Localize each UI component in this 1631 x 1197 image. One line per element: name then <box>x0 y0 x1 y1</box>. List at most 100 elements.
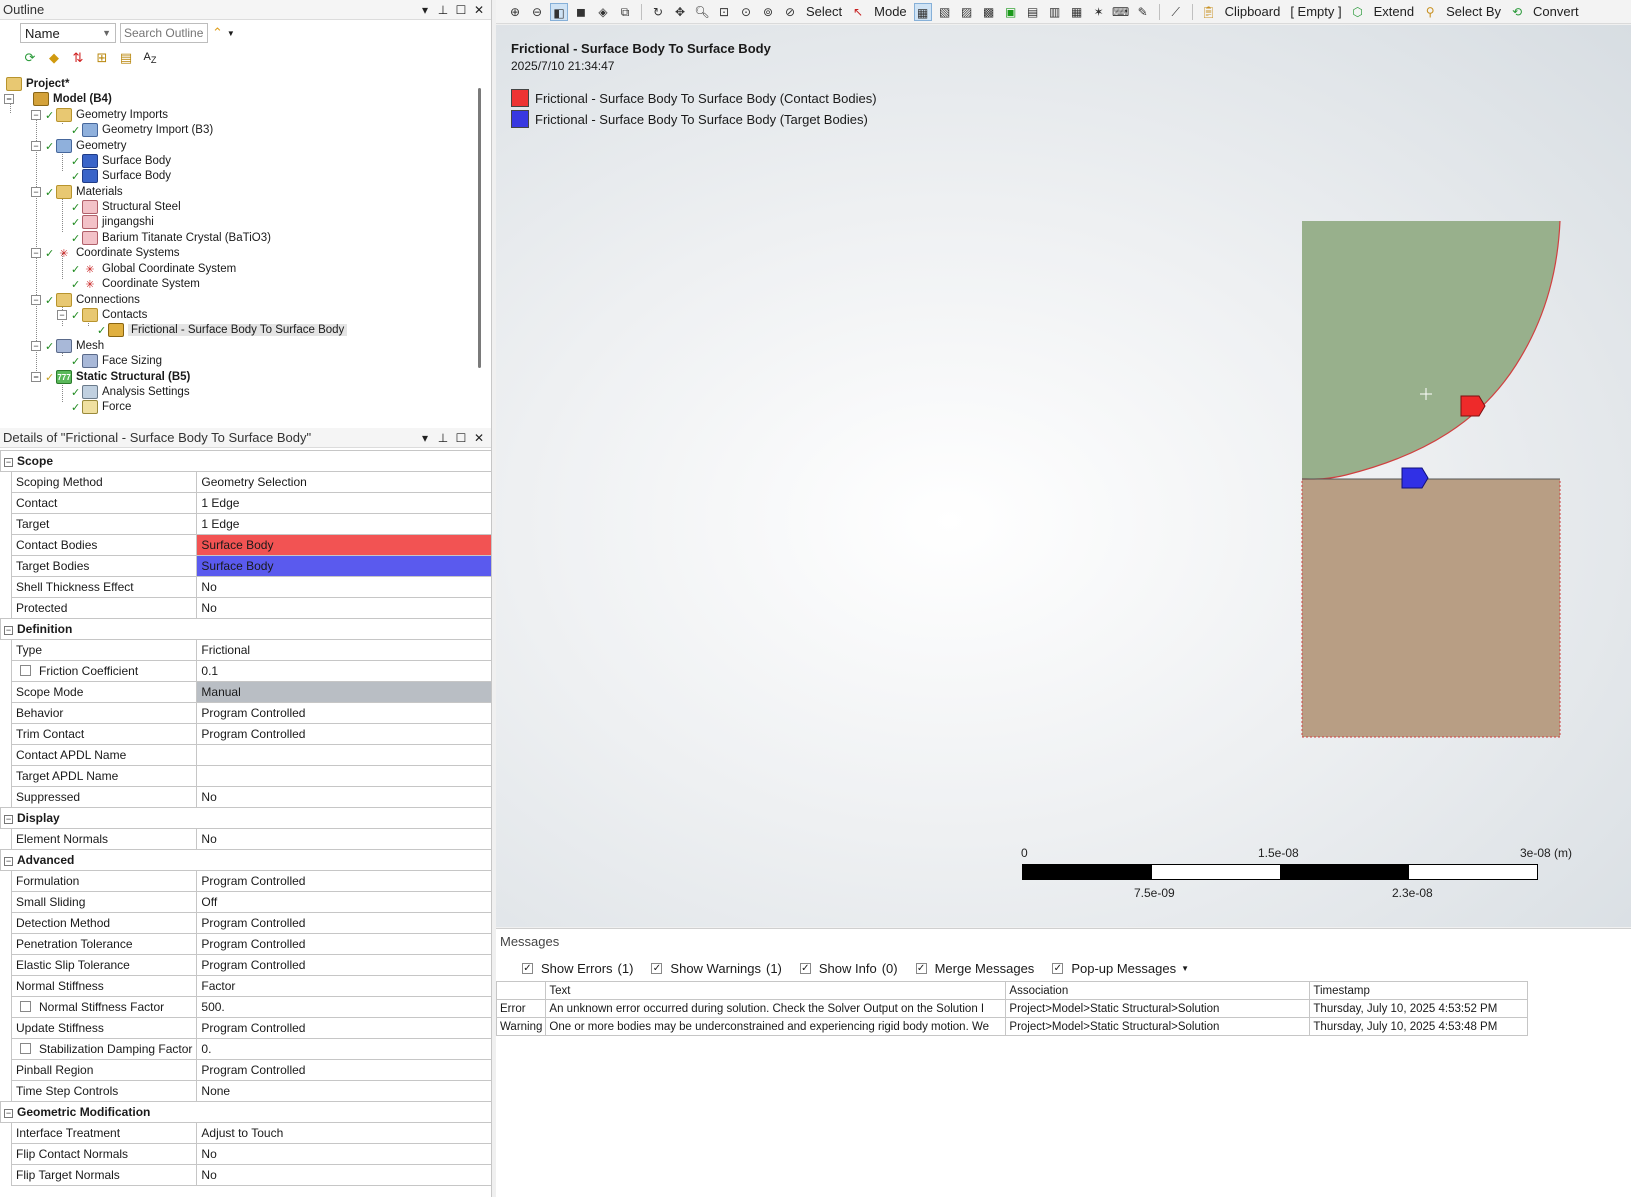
details-row[interactable]: Penetration Tolerance Program Controlled <box>0 933 492 955</box>
select-by-dropdown[interactable]: Select By <box>1443 4 1504 19</box>
filter-icon[interactable]: ▤ <box>118 50 134 66</box>
details-row[interactable]: Interface Treatment Adjust to Touch <box>0 1122 492 1144</box>
collapse-toggle-icon[interactable]: − <box>57 310 67 320</box>
search-outline-input[interactable] <box>120 23 208 43</box>
collapse-toggle-icon[interactable]: − <box>4 815 13 824</box>
tree-item-coordinate-systems[interactable]: − ✓ ✳ Coordinate Systems <box>31 245 180 261</box>
details-row[interactable]: Element Normals No <box>0 828 492 850</box>
collapse-toggle-icon[interactable]: − <box>4 857 13 866</box>
previous-view-icon[interactable]: ⊘ <box>781 3 799 21</box>
show-errors-checkbox[interactable]: ✓ <box>522 963 533 974</box>
details-row[interactable]: Type Frictional <box>0 639 492 661</box>
tree-item-surface-body-1[interactable]: ✓ Surface Body <box>71 153 171 169</box>
group-advanced[interactable]: − Advanced <box>0 849 492 871</box>
select-button[interactable]: Select <box>803 4 845 19</box>
collapse-toggle-icon[interactable]: − <box>31 110 41 120</box>
tree-item-face-sizing[interactable]: ✓ Face Sizing <box>71 353 162 369</box>
clipboard-dropdown[interactable]: Clipboard <box>1222 4 1284 19</box>
details-row[interactable]: Suppressed No <box>0 786 492 808</box>
contact-bodies-value[interactable]: Surface Body <box>196 534 492 556</box>
tree-item-jingangshi[interactable]: ✓ jingangshi <box>71 214 154 230</box>
select-node-icon[interactable]: ▣ <box>1002 3 1020 21</box>
convert-icon[interactable]: ⟲ <box>1508 3 1526 21</box>
collapse-toggle-icon[interactable]: − <box>31 341 41 351</box>
upper-surface-body[interactable] <box>1302 221 1560 480</box>
details-row[interactable]: Normal Stiffness Factor 500. <box>0 996 492 1018</box>
details-row[interactable]: Contact 1 Edge <box>0 492 492 514</box>
maximize-icon[interactable]: ☐ <box>455 3 467 17</box>
select-body-icon[interactable]: ▩ <box>980 3 998 21</box>
maximize-icon[interactable]: ☐ <box>455 431 467 445</box>
tree-item-global-coordinate-system[interactable]: ✓ ✳ Global Coordinate System <box>71 261 236 277</box>
tree-item-surface-body-2[interactable]: ✓ Surface Body <box>71 168 171 184</box>
box-zoom-icon[interactable]: ⊡ <box>715 3 733 21</box>
collapse-toggle-icon[interactable]: − <box>4 1109 13 1118</box>
tree-item-model[interactable]: − Model (B4) <box>4 91 112 107</box>
pin-icon[interactable]: ⊥ <box>437 3 449 17</box>
tree-item-structural-steel[interactable]: ✓ Structural Steel <box>71 199 181 215</box>
zoom-in-icon[interactable]: ⊕ <box>506 3 524 21</box>
cursor-mode-icon[interactable]: ↖ <box>849 3 867 21</box>
close-icon[interactable]: ✕ <box>473 431 485 445</box>
column-association[interactable]: Association <box>1005 981 1311 1000</box>
tree-item-static-structural[interactable]: − ✓ 777 Static Structural (B5) <box>31 369 190 385</box>
collapse-toggle-icon[interactable]: − <box>31 141 41 151</box>
refresh-icon[interactable]: ⟳ <box>22 50 38 66</box>
panel-menu-icon[interactable]: ▾ <box>419 431 431 445</box>
tag-icon[interactable]: ◆ <box>46 50 62 66</box>
select-edge-icon[interactable]: ▧ <box>936 3 954 21</box>
details-row[interactable]: Stabilization Damping Factor 0. <box>0 1038 492 1060</box>
clipboard-icon[interactable]: 📋︎ <box>1200 3 1218 21</box>
isometric-view-icon[interactable]: ◧ <box>550 2 568 21</box>
model-geometry[interactable] <box>496 25 1631 927</box>
details-row[interactable]: Detection Method Program Controlled <box>0 912 492 934</box>
group-scope[interactable]: − Scope <box>0 450 492 472</box>
details-row[interactable]: Shell Thickness Effect No <box>0 576 492 598</box>
collapse-toggle-icon[interactable]: − <box>31 187 41 197</box>
select-vertex-icon[interactable]: ▦ <box>913 2 932 21</box>
details-row[interactable]: Protected No <box>0 597 492 619</box>
tree-item-barium-titanate[interactable]: ✓ Barium Titanate Crystal (BaTiO3) <box>71 230 271 246</box>
extend-dropdown[interactable]: Extend <box>1371 4 1417 19</box>
search-options-icon[interactable]: ▼ <box>227 29 235 38</box>
collapse-toggle-icon[interactable]: − <box>31 372 41 382</box>
details-row[interactable]: Time Step Controls None <box>0 1080 492 1102</box>
tree-item-analysis-settings[interactable]: ✓ Analysis Settings <box>71 384 190 400</box>
name-filter-select[interactable]: Name ▼ <box>20 23 116 43</box>
tree-item-frictional-contact[interactable]: ✓ Frictional - Surface Body To Surface B… <box>97 322 348 338</box>
wireframe-icon[interactable]: ◈ <box>594 3 612 21</box>
group-display[interactable]: − Display <box>0 807 492 829</box>
convert-dropdown[interactable]: Convert <box>1530 4 1582 19</box>
extend-icon[interactable]: ⬡ <box>1349 3 1367 21</box>
panel-menu-icon[interactable]: ▾ <box>419 3 431 17</box>
details-row[interactable]: Scope Mode Manual <box>0 681 492 703</box>
sort-icon[interactable]: ⇅ <box>70 50 86 66</box>
details-row[interactable]: Contact Bodies Surface Body <box>0 534 492 556</box>
magnifier-icon[interactable]: ⊚ <box>759 3 777 21</box>
details-row[interactable]: Flip Contact Normals No <box>0 1143 492 1165</box>
popup-messages-checkbox[interactable]: ✓ <box>1052 963 1064 974</box>
tree-item-geometry-imports[interactable]: − ✓ Geometry Imports <box>31 107 168 123</box>
details-row[interactable]: Normal Stiffness Factor <box>0 975 492 997</box>
zoom-out-icon[interactable]: ⊖ <box>528 3 546 21</box>
lower-surface-body[interactable] <box>1301 478 1561 738</box>
show-info-checkbox[interactable]: ✓ <box>799 963 811 974</box>
show-vertices-icon[interactable]: ⧉ <box>616 3 634 21</box>
annotation-icon[interactable]: ✎ <box>1134 3 1152 21</box>
collapse-toggle-icon[interactable]: − <box>4 458 13 467</box>
parameter-checkbox[interactable] <box>20 1001 31 1012</box>
group-geometric-modification[interactable]: − Geometric Modification <box>0 1101 492 1123</box>
tree-item-force[interactable]: ✓ Force <box>71 399 131 415</box>
rotate-icon[interactable]: ↻ <box>649 3 667 21</box>
group-definition[interactable]: − Definition <box>0 618 492 640</box>
select-element-face-icon[interactable]: ▤ <box>1024 3 1042 21</box>
details-row[interactable]: Elastic Slip Tolerance Program Controlled <box>0 954 492 976</box>
tree-scrollbar[interactable] <box>478 88 481 368</box>
column-text[interactable]: Text <box>545 981 1007 1000</box>
close-icon[interactable]: ✕ <box>473 3 485 17</box>
select-element-icon[interactable]: ▥ <box>1046 3 1064 21</box>
label-icon[interactable]: ⌨ <box>1112 3 1130 21</box>
details-row[interactable]: Contact APDL Name <box>0 744 492 766</box>
select-by-icon[interactable]: ⚲ <box>1421 3 1439 21</box>
mode-dropdown[interactable]: Mode <box>871 4 910 19</box>
